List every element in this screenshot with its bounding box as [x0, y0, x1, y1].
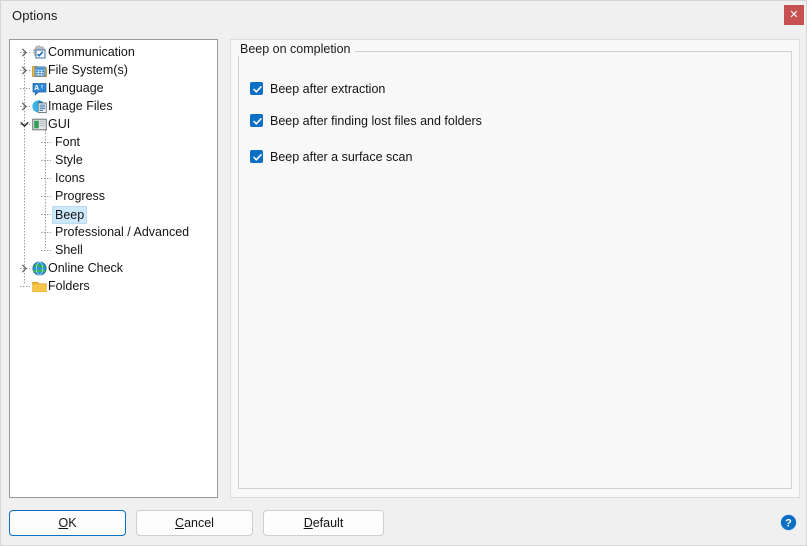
- chevron-down-icon[interactable]: [19, 119, 30, 130]
- tree-guide-line: [41, 178, 51, 179]
- tree-item-communication[interactable]: Communication: [10, 43, 217, 61]
- svg-text:A: A: [34, 85, 39, 92]
- title-bar: Options ✕: [1, 1, 806, 31]
- accelerator-char: D: [303, 516, 313, 530]
- chevron-right-icon[interactable]: [19, 263, 30, 274]
- tree-item-label: Professional / Advanced: [55, 225, 190, 239]
- groupbox-title: Beep on completion: [236, 42, 355, 56]
- tree-guide-line: [41, 160, 51, 161]
- tree-guide-line: [20, 286, 30, 287]
- tree-item-gui[interactable]: GUI: [10, 115, 217, 133]
- ok-button[interactable]: OK: [9, 510, 126, 536]
- tree-guide-line: [20, 88, 30, 89]
- chevron-right-icon[interactable]: [19, 65, 30, 76]
- tree-item-label: Online Check: [48, 261, 124, 275]
- tree-item-label: Style: [55, 153, 83, 167]
- tree-guide-line: [41, 142, 51, 143]
- tree-item-label: Shell: [55, 243, 83, 257]
- checkbox-label: Beep after extraction: [270, 82, 386, 96]
- tree-item-style[interactable]: Style: [10, 151, 217, 169]
- checkbox-label: Beep after finding lost files and folder…: [270, 114, 482, 128]
- tree-guide-line: [41, 214, 51, 215]
- tree-item-label: Beep: [52, 206, 88, 224]
- tree-item-language[interactable]: A र Language: [10, 79, 217, 97]
- help-icon[interactable]: ?: [779, 513, 798, 532]
- tree-item-label: Communication: [48, 45, 135, 59]
- tree-item-folders[interactable]: Folders: [10, 277, 217, 295]
- tree-item-shell[interactable]: Shell: [10, 241, 217, 259]
- accelerator-char: C: [175, 516, 185, 530]
- tree-item-online-check[interactable]: Online Check: [10, 259, 217, 277]
- content-panel: [230, 39, 800, 498]
- options-dialog: Options ✕ Communication File System(s) A र L…: [0, 0, 807, 546]
- chevron-right-icon[interactable]: [19, 101, 30, 112]
- tree-guide-line: [41, 196, 51, 197]
- tree-item-label: GUI: [48, 117, 71, 131]
- checkbox-3[interactable]: [250, 150, 263, 163]
- checkbox-2[interactable]: [250, 114, 263, 127]
- tree-item-progress[interactable]: Progress: [10, 187, 217, 205]
- default-button[interactable]: Default: [263, 510, 384, 536]
- tree-item-professional-advanced[interactable]: Professional / Advanced: [10, 223, 217, 241]
- tree-guide-line: [41, 232, 51, 233]
- tree-guide-line: [41, 250, 51, 251]
- tree-item-label: Icons: [55, 171, 85, 185]
- chevron-right-icon[interactable]: [19, 47, 30, 58]
- close-icon[interactable]: ✕: [784, 5, 804, 25]
- svg-text:?: ?: [785, 518, 792, 530]
- tree-item-label: Folders: [48, 279, 90, 293]
- tree-item-font[interactable]: Font: [10, 133, 217, 151]
- tree-item-icons[interactable]: Icons: [10, 169, 217, 187]
- checkbox-1[interactable]: [250, 82, 263, 95]
- checkbox-label: Beep after a surface scan: [270, 150, 413, 164]
- tree-item-image-files[interactable]: Image Files: [10, 97, 217, 115]
- tree-item-label: Font: [55, 135, 81, 149]
- options-tree[interactable]: Communication File System(s) A र Language Ima…: [9, 39, 218, 498]
- accelerator-char: O: [58, 516, 69, 530]
- tree-item-file-system-s[interactable]: File System(s): [10, 61, 217, 79]
- tree-item-label: File System(s): [48, 63, 128, 77]
- tree-item-beep[interactable]: Beep: [10, 205, 217, 224]
- window-title: Options: [12, 8, 58, 23]
- tree-item-label: Image Files: [48, 99, 113, 113]
- cancel-button[interactable]: Cancel: [136, 510, 253, 536]
- tree-item-label: Progress: [55, 189, 106, 203]
- tree-item-label: Language: [48, 81, 104, 95]
